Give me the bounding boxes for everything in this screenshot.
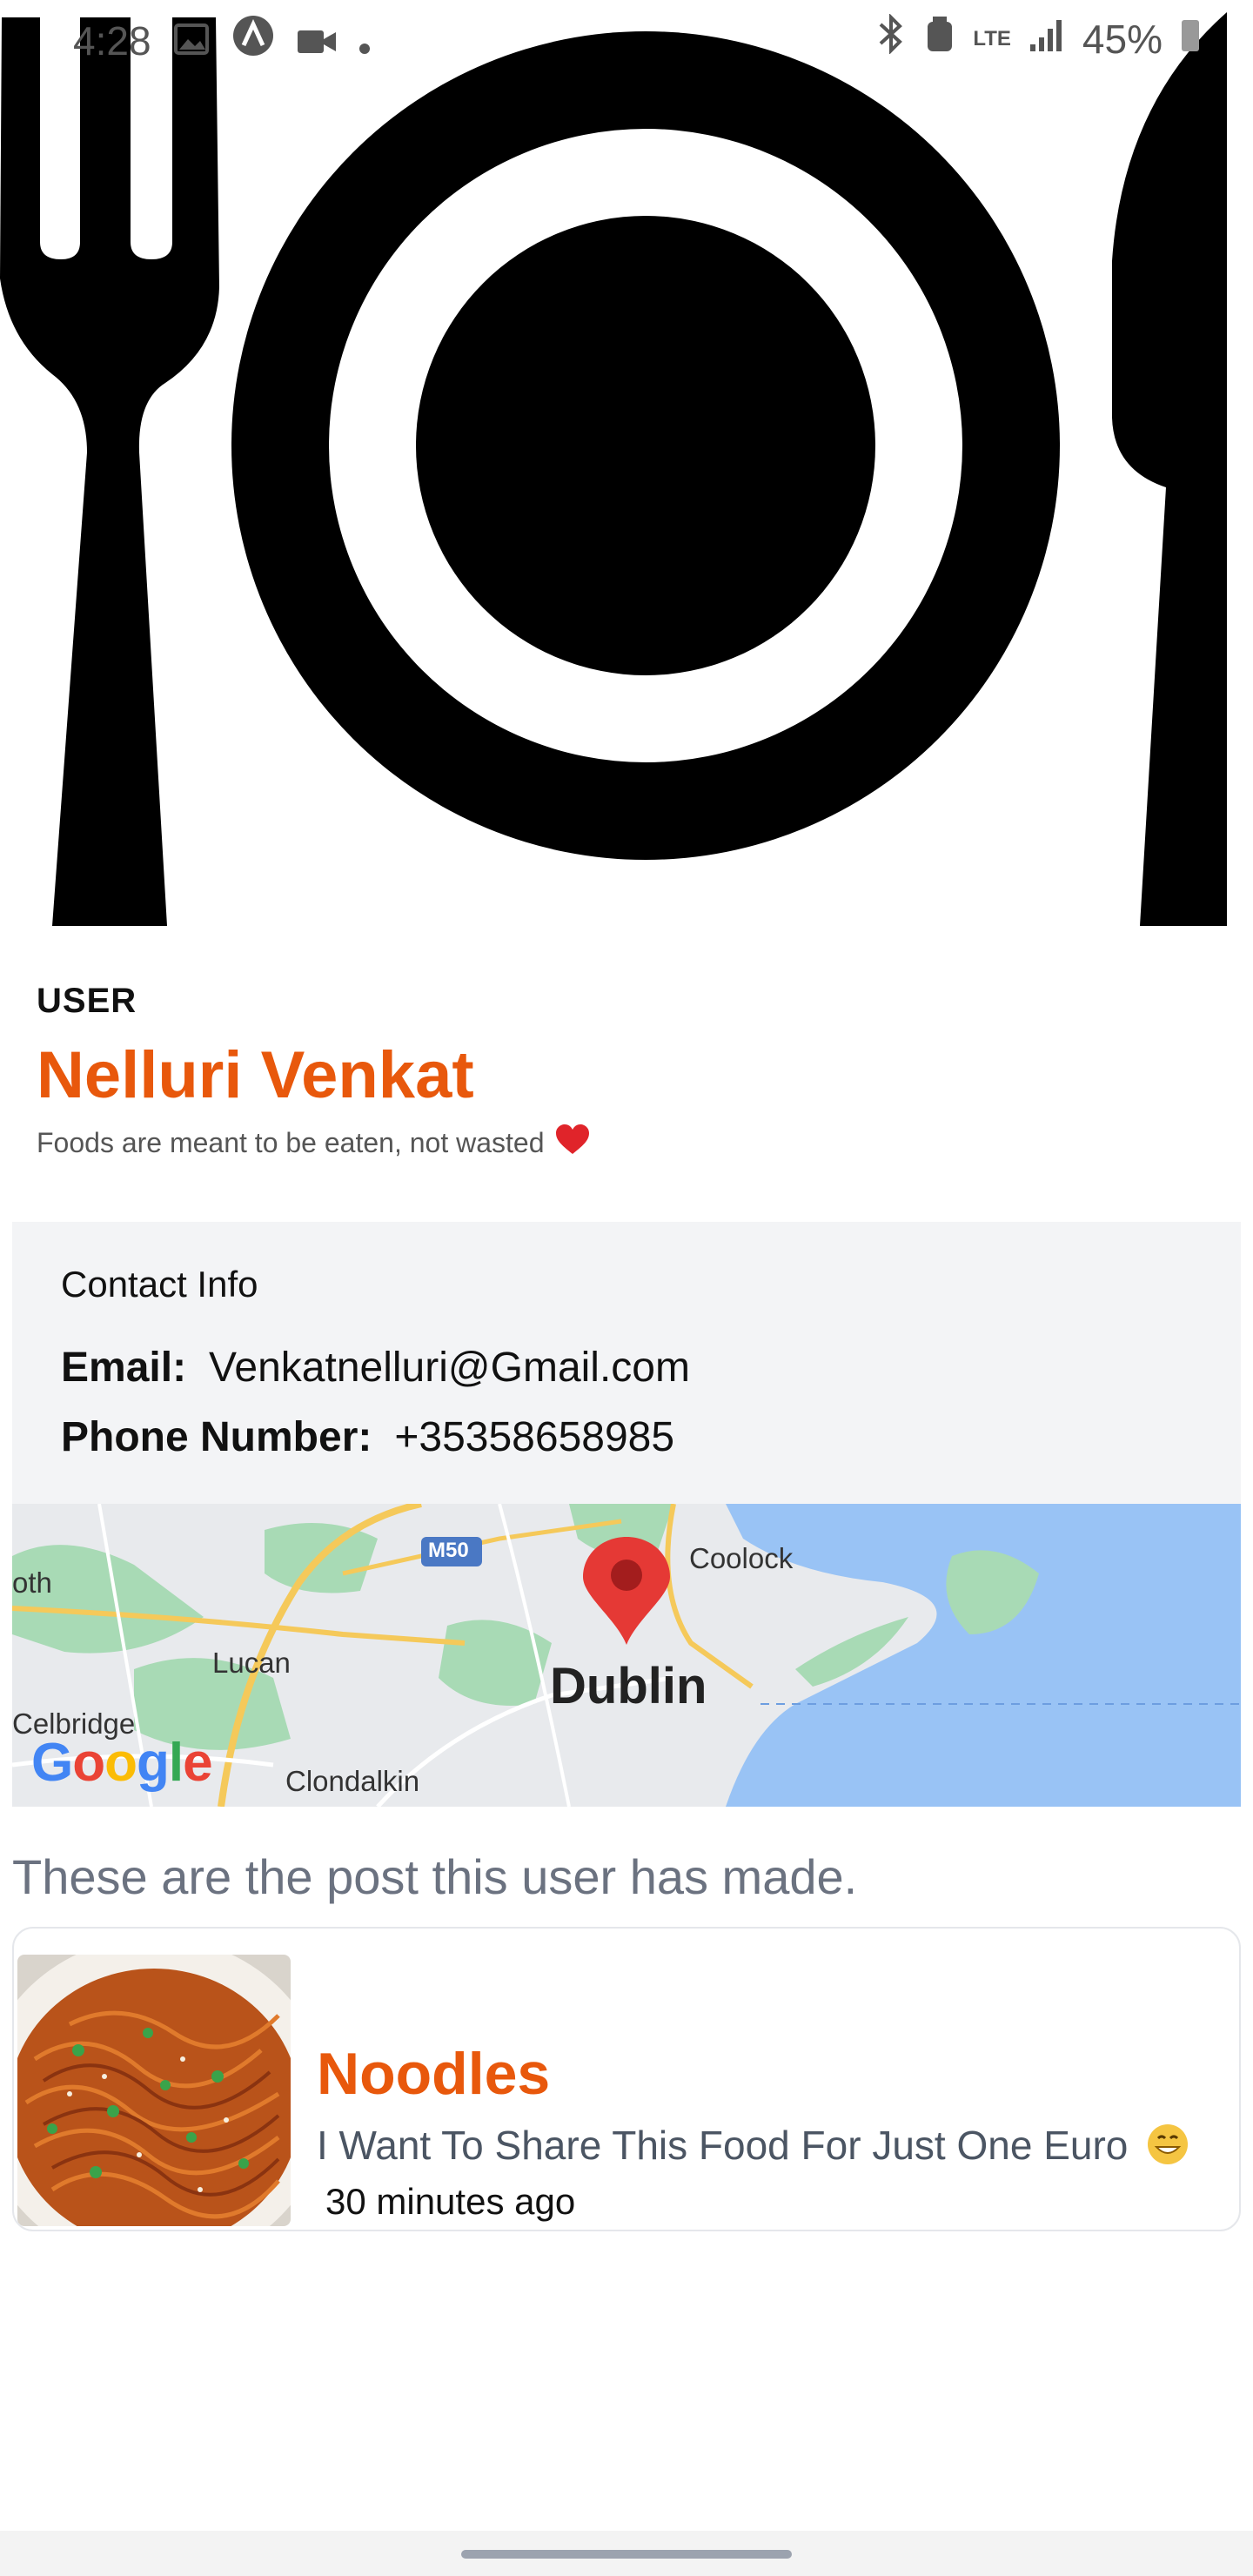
battery-icon <box>1180 16 1201 63</box>
place-label: Lucan <box>212 1647 291 1679</box>
contact-info-title: Contact Info <box>61 1264 258 1305</box>
signal-icon <box>1029 16 1065 63</box>
noodles-photo <box>17 1955 291 2226</box>
user-role-label: USER <box>37 982 137 1020</box>
phone-label: Phone Number: <box>61 1414 372 1460</box>
phone-row: Phone Number: +35358658985 <box>61 1413 674 1461</box>
post-description-text: I Want To Share This Food For Just One E… <box>317 2123 1129 2168</box>
email-value[interactable]: Venkatnelluri@Gmail.com <box>209 1344 690 1392</box>
post-timestamp: 30 minutes ago <box>325 2181 576 2222</box>
google-logo: Google <box>31 1733 213 1793</box>
city-label: Dublin <box>550 1658 707 1714</box>
heart-icon <box>554 1123 591 1163</box>
place-label: oth <box>12 1566 52 1599</box>
dot-icon <box>358 17 371 64</box>
user-tagline-text: Foods are meant to be eaten, not wasted <box>37 1126 545 1158</box>
location-map[interactable]: M50 Coolock Lucan Celbridge Clondalkin o… <box>12 1504 1241 1807</box>
navigation-bar <box>0 2531 1253 2576</box>
place-label: Coolock <box>689 1542 794 1574</box>
email-row: Email: Venkatnelluri@Gmail.com <box>61 1344 690 1392</box>
battery-level: 45% <box>1082 16 1163 62</box>
home-gesture-handle[interactable] <box>461 2550 792 2559</box>
contact-info-card: Contact Info Email: Venkatnelluri@Gmail.… <box>12 1222 1241 1504</box>
post-description: I Want To Share This Food For Just One E… <box>317 2122 1189 2176</box>
place-label: Clondalkin <box>285 1765 420 1797</box>
phone-value[interactable]: +35358658985 <box>394 1413 674 1461</box>
user-tagline: Foods are meant to be eaten, not wasted <box>37 1123 591 1163</box>
lte-icon: LTE <box>973 26 1011 50</box>
grin-emoji-icon <box>1146 2123 1189 2176</box>
email-label: Email: <box>61 1345 187 1391</box>
user-name: Nelluri Venkat <box>37 1038 474 1112</box>
post-title: Noodles <box>317 2041 551 2107</box>
status-time: 4:28 <box>73 17 151 64</box>
post-card[interactable]: Noodles I Want To Share This Food For Ju… <box>12 1927 1241 2231</box>
posts-heading: These are the post this user has made. <box>12 1849 858 1904</box>
post-image <box>17 1955 291 2226</box>
video-icon <box>297 17 336 64</box>
fork-plate-knife-icon <box>0 12 1227 926</box>
hero-image <box>0 0 1253 926</box>
status-bar: 4:28 LTE 45% <box>0 0 1253 73</box>
bluetooth-icon <box>875 13 907 64</box>
app-icon <box>231 14 275 67</box>
nfc-icon <box>924 15 955 63</box>
road-label: M50 <box>428 1539 469 1562</box>
image-icon <box>173 17 209 64</box>
